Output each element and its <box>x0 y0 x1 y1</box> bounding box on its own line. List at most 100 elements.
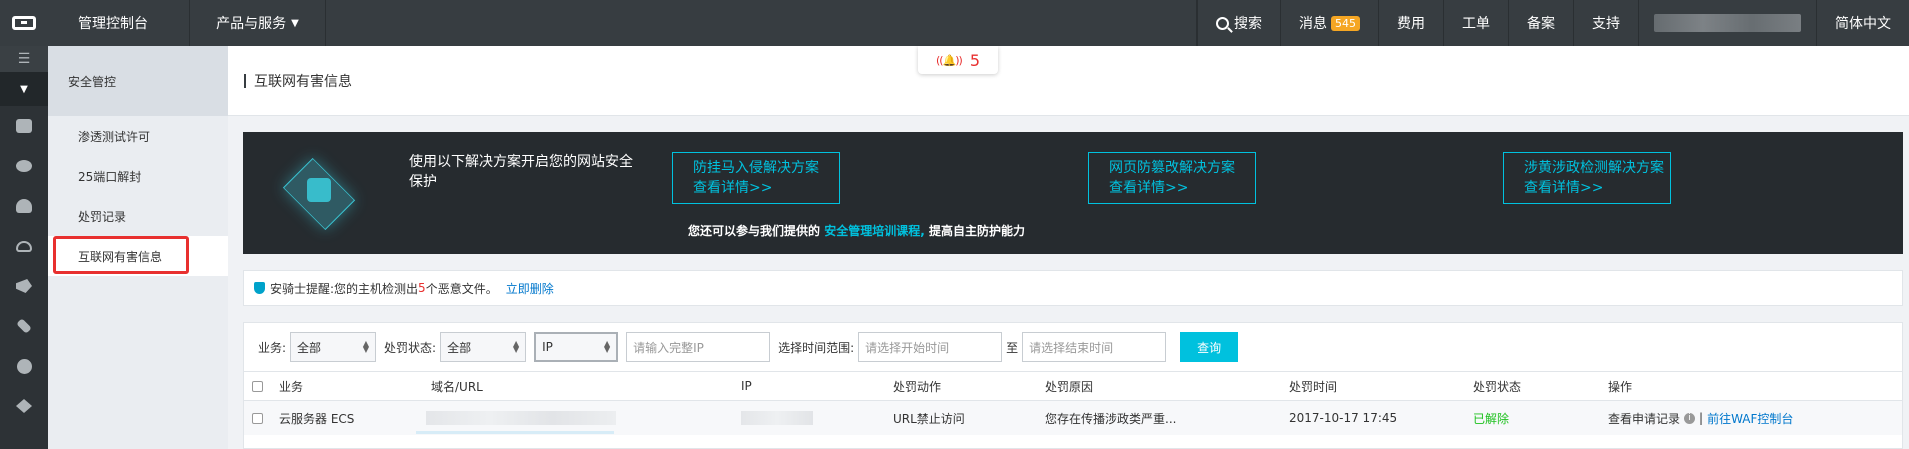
topbar-right: 搜索 消息 545 费用 工单 备案 支持 简体中文 <box>1197 0 1909 46</box>
banner-lead-text: 使用以下解决方案开启您的网站安全保护 <box>409 154 633 190</box>
row-action: URL禁止访问 <box>893 411 965 426</box>
row-business: 云服务器 ECS <box>279 411 355 426</box>
cloud-upload-icon[interactable] <box>0 186 48 226</box>
business-select-value: 全部 <box>297 340 322 355</box>
solution-detail-link[interactable]: 查看详情>> <box>1109 178 1255 198</box>
eye-icon[interactable] <box>0 386 48 426</box>
query-button[interactable]: 查询 <box>1180 332 1239 362</box>
speed-icon[interactable] <box>0 266 48 306</box>
link-icon[interactable] <box>0 306 48 346</box>
solution-detail-link[interactable]: 查看详情>> <box>1524 178 1670 198</box>
top-navbar: 管理控制台 产品与服务 ▼ 搜索 消息 545 费用 工单 备案 支持 简体中文 <box>0 0 1909 46</box>
messages-label: 消息 <box>1299 16 1327 32</box>
row-reason: 您存在传播涉政类严重... <box>1045 411 1177 426</box>
search-button[interactable]: 搜索 <box>1197 0 1280 46</box>
malware-alert: 安骑士提醒:您的主机检测出 5 个恶意文件。 立即删除 <box>243 270 1903 306</box>
sidebar-item-penalty-records[interactable]: 处罚记录 <box>48 196 228 236</box>
solution-anti-tamper[interactable]: 网页防篡改解决方案 查看详情>> <box>1088 152 1256 204</box>
col-domain-url: 域名/URL <box>431 379 483 394</box>
solution-name: 防挂马入侵解决方案 <box>693 160 819 176</box>
icp-link[interactable]: 备案 <box>1508 0 1573 46</box>
tip-prefix: 您还可以参与我们提供的 <box>688 224 821 238</box>
menu-toggle-icon[interactable]: ☰ <box>0 46 48 72</box>
solution-content-detection[interactable]: 涉黄涉政检测解决方案 查看详情>> <box>1503 152 1671 204</box>
row-url-redacted <box>426 401 616 435</box>
chevron-down-icon: ▼ <box>291 17 299 29</box>
delete-now-link[interactable]: 立即删除 <box>506 280 554 297</box>
search-label: 搜索 <box>1234 16 1262 32</box>
view-application-link[interactable]: 查看申请记录 <box>1608 410 1680 427</box>
cloud-icon[interactable] <box>0 226 48 266</box>
solution-anti-trojan[interactable]: 防挂马入侵解决方案 查看详情>> <box>672 152 840 204</box>
alert-suffix: 个恶意文件。 <box>425 281 498 296</box>
solutions-banner: 使用以下解决方案开启您的网站安全保护 防挂马入侵解决方案 查看详情>> 网页防篡… <box>243 132 1903 254</box>
col-status: 处罚状态 <box>1473 379 1522 394</box>
row-time: 2017-10-17 17:45 <box>1289 411 1398 425</box>
status-select[interactable]: 全部 ▲ ▼ <box>440 332 527 362</box>
row-ip-redacted <box>741 401 813 435</box>
server-icon[interactable] <box>0 106 48 146</box>
support-link[interactable]: 支持 <box>1573 0 1638 46</box>
col-ip: IP <box>741 379 752 393</box>
tickets-link[interactable]: 工单 <box>1443 0 1508 46</box>
query-type-value: IP <box>542 340 553 354</box>
sidebar-item-port25[interactable]: 25端口解封 <box>48 156 228 196</box>
product-icon-rail: ☰ ▼ <box>0 46 48 449</box>
col-time: 处罚时间 <box>1289 379 1338 394</box>
messages-button[interactable]: 消息 545 <box>1280 0 1378 46</box>
col-operation: 操作 <box>1608 379 1633 394</box>
console-link[interactable]: 管理控制台 <box>48 0 190 46</box>
main-content: 互联网有害信息 ((🔔)) 5 使用以下解决方案开启您的网站安全保护 防挂马入侵… <box>228 46 1909 449</box>
records-panel: 业务: 全部 ▲ ▼ 处罚状态: 全部 ▲ ▼ IP ▲ ▼ 请输入完整IP 选择时间… <box>243 322 1903 449</box>
col-business: 业务 <box>279 379 304 394</box>
search-icon <box>1216 16 1229 30</box>
rail-collapse-icon[interactable]: ▼ <box>0 72 48 106</box>
highlight-annotation <box>53 236 189 274</box>
select-all-checkbox[interactable] <box>252 372 263 400</box>
op-separator: | <box>1699 411 1704 425</box>
alert-prefix: 安骑士提醒:您的主机检测出 <box>270 281 419 296</box>
start-time-input[interactable]: 请选择开始时间 <box>858 332 1003 362</box>
bell-icon: ((🔔)) <box>935 53 963 67</box>
aliyun-logo-icon[interactable] <box>0 0 48 46</box>
row-status: 已解除 <box>1473 411 1510 426</box>
goto-waf-link[interactable]: 前往WAF控制台 <box>1707 410 1793 427</box>
info-icon[interactable]: i <box>1684 412 1696 424</box>
ip-input[interactable]: 请输入完整IP <box>626 332 771 362</box>
col-action: 处罚动作 <box>893 379 942 394</box>
products-label: 产品与服务 <box>216 16 287 32</box>
sidebar-header: 安全管控 <box>48 46 228 116</box>
network-icon[interactable] <box>0 146 48 186</box>
products-menu[interactable]: 产品与服务 ▼ <box>190 0 326 46</box>
malware-count: 5 <box>418 281 426 295</box>
training-course-link[interactable]: 安全管理培训课程, <box>824 224 925 238</box>
row-checkbox[interactable] <box>252 401 263 435</box>
security-illustration <box>271 150 367 236</box>
range-to-label: 至 <box>1006 340 1019 355</box>
business-select[interactable]: 全部 ▲ ▼ <box>290 332 377 362</box>
business-filter-label: 业务: <box>258 340 287 355</box>
filter-bar: 业务: 全部 ▲ ▼ 处罚状态: 全部 ▲ ▼ IP ▲ ▼ 请输入完整IP 选择时间… <box>244 323 1902 371</box>
row-url-underline <box>416 431 614 434</box>
account-menu[interactable] <box>1638 0 1816 46</box>
alert-notification[interactable]: ((🔔)) 5 <box>918 46 998 74</box>
globe-icon[interactable] <box>0 346 48 386</box>
row-operations: 查看申请记录 i | 前往WAF控制台 <box>1608 401 1793 435</box>
account-name-redacted <box>1654 14 1801 32</box>
col-reason: 处罚原因 <box>1045 379 1094 394</box>
sidebar-item-pentest[interactable]: 渗透测试许可 <box>48 116 228 156</box>
shield-icon <box>254 282 265 294</box>
messages-count-badge: 545 <box>1331 15 1360 31</box>
billing-link[interactable]: 费用 <box>1378 0 1443 46</box>
alert-count: 5 <box>969 50 981 70</box>
solution-name: 网页防篡改解决方案 <box>1109 160 1235 176</box>
status-select-value: 全部 <box>447 340 472 355</box>
language-switch[interactable]: 简体中文 <box>1816 0 1909 46</box>
solution-detail-link[interactable]: 查看详情>> <box>693 178 839 198</box>
query-type-select[interactable]: IP ▲ ▼ <box>534 332 619 362</box>
time-range-label: 选择时间范围: <box>778 340 855 355</box>
select-arrows-icon: ▲ ▼ <box>603 339 611 354</box>
page-header: 互联网有害信息 <box>228 46 1909 116</box>
page-title: 互联网有害信息 <box>254 73 352 90</box>
end-time-input[interactable]: 请选择结束时间 <box>1022 332 1167 362</box>
